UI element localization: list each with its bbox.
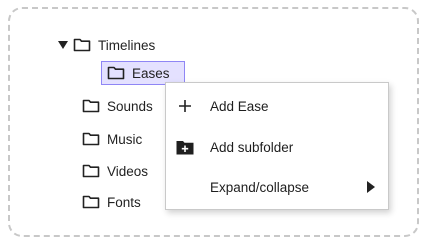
- tree-item-label: Sounds: [107, 98, 153, 114]
- folder-add-icon: [176, 138, 194, 156]
- tree-item-fonts[interactable]: Fonts: [82, 191, 141, 213]
- folder-icon: [73, 38, 91, 52]
- submenu-arrow-icon: [367, 181, 375, 193]
- tree-item-label: Eases: [132, 65, 170, 81]
- tree-item-label: Timelines: [98, 37, 156, 53]
- folder-icon: [82, 164, 100, 178]
- folder-icon: [82, 132, 100, 146]
- menu-item-add-ease[interactable]: Add Ease: [166, 90, 388, 122]
- menu-item-add-subfolder[interactable]: Add subfolder: [166, 131, 388, 163]
- context-menu: Add Ease Add subfolder Expand/collapse: [165, 82, 389, 210]
- menu-item-label: Expand/collapse: [210, 179, 310, 195]
- folder-icon: [107, 66, 125, 80]
- tree-item-sounds[interactable]: Sounds: [82, 95, 153, 117]
- tree-item-label: Music: [107, 131, 143, 147]
- folder-icon: [82, 99, 100, 113]
- menu-item-label: Add Ease: [210, 98, 269, 114]
- folder-icon: [82, 195, 100, 209]
- menu-item-label: Add subfolder: [210, 139, 294, 155]
- expand-triangle-icon[interactable]: [57, 39, 69, 51]
- tree-item-label: Fonts: [107, 194, 141, 210]
- plus-icon: [176, 97, 194, 115]
- tree-item-videos[interactable]: Videos: [82, 160, 148, 182]
- tree-item-label: Videos: [107, 163, 149, 179]
- tree-item-music[interactable]: Music: [82, 128, 142, 150]
- tree-item-timelines[interactable]: Timelines: [57, 34, 155, 56]
- menu-item-expand-collapse[interactable]: Expand/collapse: [166, 171, 388, 203]
